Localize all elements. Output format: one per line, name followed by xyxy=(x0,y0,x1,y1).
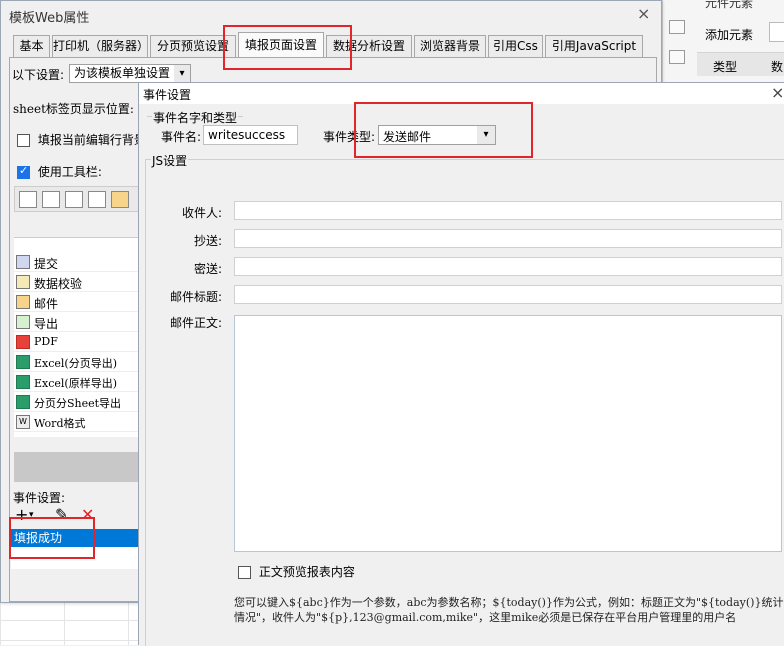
chevron-down-icon[interactable]: ▾ xyxy=(29,510,34,520)
pdf-icon xyxy=(16,335,30,349)
toolbar-item-label: PDF xyxy=(34,335,58,348)
close-icon[interactable]: × xyxy=(771,83,784,102)
dialog-title: 事件设置 xyxy=(143,88,192,102)
use-toolbar-checkbox[interactable]: 使用工具栏: xyxy=(17,163,102,180)
checkbox-icon xyxy=(17,134,30,147)
mail-subject-label: 邮件标题: xyxy=(169,290,222,304)
js-settings-group: 收件人: 抄送: 密送: 邮件标题: 邮件正文: 正文预览报表内容 您可以键入$… xyxy=(145,159,784,646)
close-icon[interactable]: × xyxy=(637,4,650,23)
event-settings-dialog: 事件设置 × 事件名字和类型 事件名: writesuccess 事件类型: 发… xyxy=(138,82,784,646)
event-settings-label: 事件设置: xyxy=(13,491,66,505)
chevron-down-icon: ▾ xyxy=(477,126,495,144)
recipient-input[interactable] xyxy=(234,201,782,220)
column-data: 数 xyxy=(771,60,784,74)
event-name-input[interactable]: writesuccess xyxy=(203,125,298,145)
cc-label: 抄送: xyxy=(193,234,222,248)
bcc-input[interactable] xyxy=(234,257,782,276)
panel-column-header: 类型 数 xyxy=(697,52,784,76)
tab-fill-page[interactable]: 填报页面设置 xyxy=(238,32,324,58)
toolbar-item-label: Word格式 xyxy=(34,417,86,430)
toolbar-item[interactable]: Excel(分页导出) xyxy=(14,352,139,372)
export-icon[interactable] xyxy=(88,191,106,208)
column-type: 类型 xyxy=(713,60,738,74)
panel-top-label: 元件元素 xyxy=(705,0,754,10)
export-icon xyxy=(16,315,30,329)
sheet-tab-position-label: sheet标签页显示位置: xyxy=(13,102,134,116)
toolbar-item-label: Excel(原样导出) xyxy=(34,377,118,390)
bcc-label: 密送: xyxy=(193,262,222,276)
word-icon: W xyxy=(16,415,30,429)
tab-printer[interactable]: 打印机（服务器） xyxy=(52,35,149,57)
edit-icon[interactable]: ✎ xyxy=(55,505,68,524)
tab-browser-background[interactable]: 浏览器背景 xyxy=(414,35,486,57)
mail-icon[interactable] xyxy=(111,191,129,208)
pencil-icon[interactable] xyxy=(42,191,60,208)
setting-scope-select[interactable]: 为该模板单独设置 ▾ xyxy=(69,64,191,83)
tab-javascript[interactable]: 引用JavaScript xyxy=(545,35,643,57)
use-toolbar-label: 使用工具栏: xyxy=(37,165,102,179)
mail-body-textarea[interactable] xyxy=(234,315,782,552)
add-element-label: 添加元素 xyxy=(705,28,754,42)
excel-icon xyxy=(16,355,30,369)
save-icon xyxy=(16,255,30,269)
js-settings-label: JS设置 xyxy=(151,152,189,169)
print-icon[interactable] xyxy=(65,191,83,208)
toolbar-item-label: 导出 xyxy=(34,317,59,331)
element-panel: 元件元素 添加元素 类型 数 xyxy=(662,0,784,90)
checkbox-icon xyxy=(238,566,251,579)
excel-icon xyxy=(16,395,30,409)
tab-page-preview[interactable]: 分页预览设置 xyxy=(150,35,236,57)
event-type-select[interactable]: 发送邮件 ▾ xyxy=(378,125,496,145)
pencil-icon xyxy=(16,275,30,289)
event-list: 填报成功 xyxy=(11,529,139,569)
event-dialog-body: 事件名字和类型 事件名: writesuccess 事件类型: 发送邮件 ▾ 收… xyxy=(139,104,784,646)
toolbar-item[interactable]: 提交 xyxy=(14,252,139,272)
recipient-label: 收件人: xyxy=(181,206,222,220)
add-element-input[interactable] xyxy=(769,22,784,42)
toolbar-item-label: 数据校验 xyxy=(34,277,83,291)
chevron-down-icon: ▾ xyxy=(174,65,190,82)
highlight-current-row-label: 填报当前编辑行背景 xyxy=(37,133,146,147)
mail-subject-input[interactable] xyxy=(234,285,782,304)
excel-icon xyxy=(16,375,30,389)
event-name-label: 事件名: xyxy=(161,130,202,144)
toolbar-item-label: 提交 xyxy=(34,257,59,271)
parameter-hint-text: 您可以键入${abc}作为一个参数，abc为参数名称；${today()}作为公… xyxy=(234,596,784,624)
dialog-title: 模板Web属性 xyxy=(9,11,90,26)
event-type-value: 发送邮件 xyxy=(383,130,432,144)
preview-report-checkbox[interactable]: 正文预览报表内容 xyxy=(238,563,355,580)
tab-data-analysis[interactable]: 数据分析设置 xyxy=(326,35,412,57)
toolbar-item[interactable]: 数据校验 xyxy=(14,272,139,292)
event-type-label: 事件类型: xyxy=(323,130,376,144)
setting-scope-label: 以下设置: xyxy=(12,68,65,82)
preview-report-label: 正文预览报表内容 xyxy=(258,565,355,579)
highlight-current-row-checkbox[interactable]: 填报当前编辑行背景 xyxy=(17,131,146,148)
name-type-group-label: 事件名字和类型 xyxy=(152,109,239,126)
toolbar-item[interactable]: 导出 xyxy=(14,312,139,332)
tab-basic[interactable]: 基本 xyxy=(13,35,50,57)
toolbar-item[interactable]: 邮件 xyxy=(14,292,139,312)
mail-icon xyxy=(16,295,30,309)
checkbox-checked-icon xyxy=(17,164,30,179)
save-icon[interactable] xyxy=(19,191,37,208)
toolbar-item[interactable]: Excel(原样导出) xyxy=(14,372,139,392)
toolbar-preview xyxy=(14,186,139,212)
event-list-item[interactable]: 填报成功 xyxy=(11,529,139,547)
toolbar-item-label: Excel(分页导出) xyxy=(34,357,118,370)
toolbar-item[interactable]: W Word格式 xyxy=(14,412,139,432)
setting-scope-value: 为该模板单独设置 xyxy=(74,66,171,80)
toolbar-item-label: 分页分Sheet导出 xyxy=(34,397,122,410)
grid-icon[interactable] xyxy=(669,20,685,34)
tab-css[interactable]: 引用Css xyxy=(488,35,543,57)
add-icon[interactable]: + xyxy=(15,505,28,524)
toolbar-item-list: 提交 数据校验 邮件 导出 PDF Excel(分页导出) Excel(原样导出… xyxy=(14,237,139,437)
toolbar-item[interactable]: PDF xyxy=(14,332,139,352)
cc-input[interactable] xyxy=(234,229,782,248)
delete-icon[interactable]: ✕ xyxy=(81,505,94,524)
settings-icon[interactable] xyxy=(669,50,685,64)
toolbar-item-label: 邮件 xyxy=(34,297,59,311)
toolbar-item[interactable]: 分页分Sheet导出 xyxy=(14,392,139,412)
toolbar-list-footer xyxy=(14,452,139,482)
mail-body-label: 邮件正文: xyxy=(169,316,222,330)
